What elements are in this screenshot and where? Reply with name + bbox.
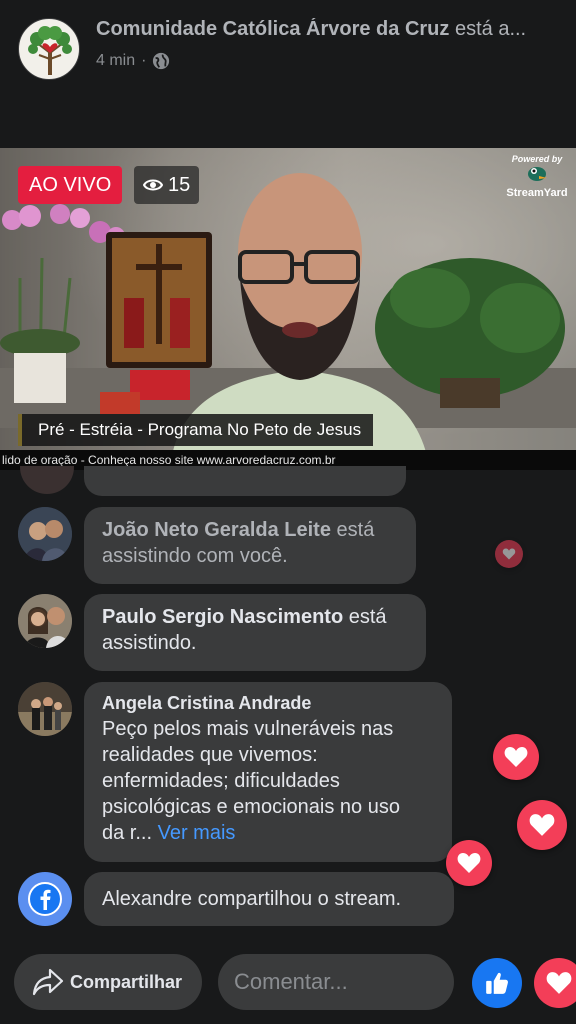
like-icon	[486, 972, 508, 994]
heart-icon	[546, 972, 572, 994]
comment-text-line: psicológicas e emocionais no uso	[102, 796, 400, 818]
heart-icon	[517, 800, 567, 850]
heart-icon	[446, 840, 492, 886]
love-button[interactable]	[534, 958, 576, 1008]
share-button[interactable]: Compartilhar	[14, 954, 202, 1010]
comment-input[interactable]	[218, 954, 454, 1010]
streamyard-watermark: Powered by StreamYard	[504, 154, 570, 199]
post-header: Comunidade Católica Árvore da Cruz está …	[0, 0, 576, 148]
page-name-text[interactable]: Comunidade Católica Árvore da Cruz	[96, 18, 449, 40]
live-video-player[interactable]: AO VIVO 15 Powered by StreamYard Pré - E…	[0, 148, 576, 470]
comment-bubble-angela: Angela Cristina Andrade Peço pelos mais …	[84, 682, 452, 862]
commenter-name[interactable]: Angela Cristina Andrade	[102, 690, 434, 716]
hidden-comment-bubble	[84, 466, 406, 496]
live-badge: AO VIVO	[18, 166, 123, 204]
like-button[interactable]	[472, 958, 522, 1008]
share-notice-text: Alexandre compartilhou o stream.	[102, 888, 402, 910]
post-time: 4 min	[96, 52, 136, 69]
facebook-icon	[18, 872, 72, 926]
comment-text-line: realidades que vivemos:	[102, 744, 318, 766]
page-avatar[interactable]	[18, 18, 80, 80]
comment-status-line2: assistindo com você.	[102, 545, 288, 567]
viewer-count-value: 15	[168, 174, 191, 196]
post-meta: 4 min ·	[96, 52, 170, 70]
share-notice-bubble: Alexandre compartilhou o stream.	[84, 872, 454, 926]
globe-icon	[153, 52, 170, 70]
powered-by-text: Powered by	[511, 154, 563, 164]
comment-status: está	[330, 519, 375, 541]
comment-text-line: enfermidades; dificuldades	[102, 770, 340, 792]
avatar-angela[interactable]	[18, 682, 72, 736]
meta-separator: ·	[141, 52, 147, 69]
avatar-paulo[interactable]	[18, 594, 72, 648]
comment-text-line: da r...	[102, 822, 153, 844]
bottom-action-bar: Compartilhar	[0, 950, 576, 1024]
page-name[interactable]: Comunidade Católica Árvore da Cruz está …	[96, 18, 566, 41]
comment-status: está	[343, 606, 387, 628]
avatar[interactable]	[20, 466, 74, 494]
viewer-count: 15	[134, 166, 200, 204]
video-title-banner: Pré - Estréia - Programa No Peto de Jesu…	[18, 414, 374, 446]
commenter-name[interactable]: Paulo Sergio Nascimento	[102, 606, 343, 628]
share-button-label[interactable]: Compartilhar	[70, 972, 182, 993]
comment-text-line: Peço pelos mais vulneráveis nas	[102, 718, 394, 740]
heart-icon	[493, 734, 539, 780]
comment-status-line2: assistindo.	[102, 632, 197, 654]
streamyard-icon	[528, 167, 547, 181]
heart-icon	[495, 540, 523, 568]
commenter-name[interactable]: João Neto Geralda Leite	[102, 519, 331, 541]
comment-bubble-joao: João Neto Geralda Leite está assistindo …	[84, 507, 416, 584]
share-icon	[32, 968, 64, 996]
streamyard-text: StreamYard	[506, 187, 568, 199]
avatar-joao[interactable]	[18, 507, 72, 561]
comment-bubble-paulo: Paulo Sergio Nascimento está assistindo.	[84, 594, 426, 671]
eye-icon	[143, 179, 163, 191]
live-status-text: está a...	[449, 18, 527, 40]
see-more-link[interactable]: Ver mais	[158, 822, 236, 844]
